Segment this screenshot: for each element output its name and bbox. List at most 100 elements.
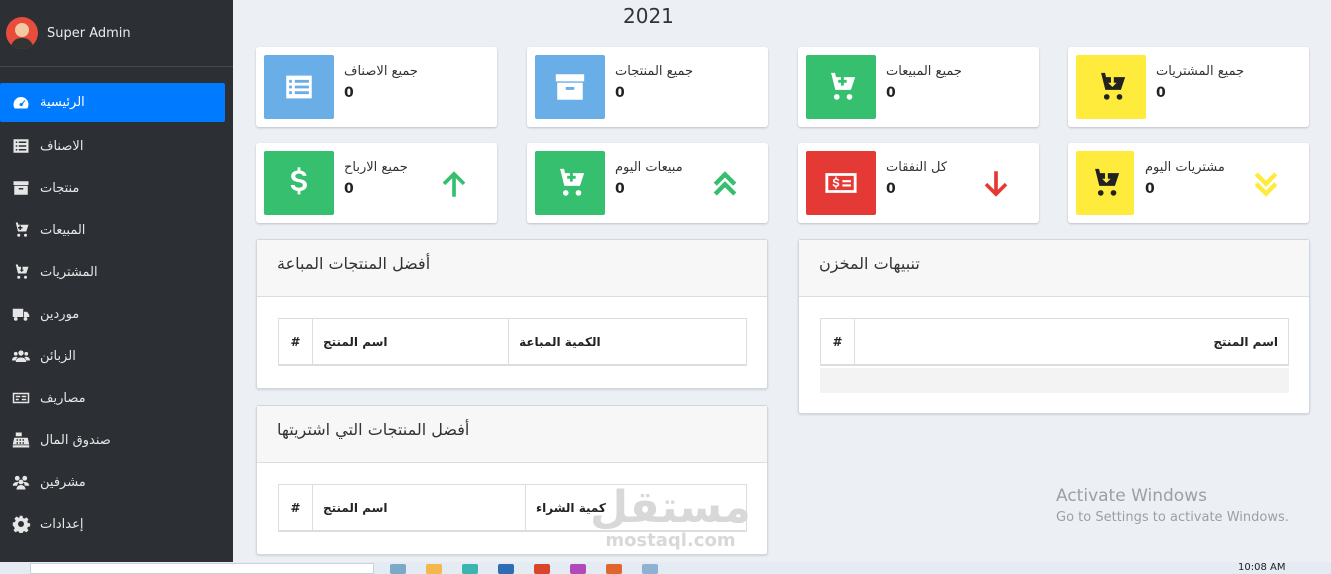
user-profile[interactable]: Super Admin bbox=[0, 0, 233, 67]
taskbar-apps bbox=[390, 564, 658, 574]
cash-register-icon bbox=[10, 430, 32, 450]
cart-plus-icon bbox=[806, 55, 876, 119]
stat-label: جميع المشتريات bbox=[1156, 64, 1245, 79]
taskbar-app-icon[interactable] bbox=[606, 564, 622, 574]
sidebar-item-label: منتجات bbox=[40, 180, 80, 196]
user-group-icon bbox=[10, 472, 32, 492]
stat-box-sales[interactable]: جميع المبيعات 0 bbox=[798, 47, 1039, 127]
stat-box-products[interactable]: جميع المنتجات 0 bbox=[527, 47, 768, 127]
sidebar-item-label: المشتريات bbox=[40, 264, 98, 280]
taskbar-search[interactable] bbox=[30, 563, 374, 574]
stat-label: جميع المنتجات bbox=[615, 64, 694, 79]
truck-icon bbox=[10, 304, 32, 324]
taskbar-app-icon[interactable] bbox=[534, 564, 550, 574]
sidebar-item-label: مصاريف bbox=[40, 390, 86, 406]
column-header: # bbox=[279, 485, 313, 530]
money-bill-icon bbox=[806, 151, 876, 215]
taskbar-app-icon[interactable] bbox=[570, 564, 586, 574]
cart-download-icon bbox=[10, 262, 32, 282]
stat-value: 0 bbox=[886, 181, 896, 197]
stat-label: جميع الاصناف bbox=[344, 64, 418, 79]
sidebar-item-products[interactable]: منتجات bbox=[0, 167, 233, 209]
panel-title: أفضل المنتجات المباعة bbox=[257, 240, 767, 297]
watermark-arabic: مستقل bbox=[590, 482, 751, 533]
list-icon bbox=[10, 136, 32, 156]
taskbar-app-icon[interactable] bbox=[390, 564, 406, 574]
taskbar-app-icon[interactable] bbox=[498, 564, 514, 574]
sidebar-item-label: الاصناف bbox=[40, 138, 84, 154]
taskbar-app-icon[interactable] bbox=[642, 564, 658, 574]
taskbar-app-icon[interactable] bbox=[462, 564, 478, 574]
stat-label: جميع الارباح bbox=[344, 160, 408, 175]
column-header: الكمية المباعة bbox=[519, 334, 601, 349]
sidebar-item-suppliers[interactable]: موردين bbox=[0, 293, 233, 335]
sidebar-item-label: المبيعات bbox=[40, 222, 86, 238]
user-name: Super Admin bbox=[47, 25, 131, 41]
stat-value: 0 bbox=[886, 85, 896, 101]
sidebar-item-home[interactable]: الرئيسية bbox=[0, 83, 225, 122]
sidebar-item-sales[interactable]: المبيعات bbox=[0, 209, 233, 251]
sidebar-item-purchases[interactable]: المشتريات bbox=[0, 251, 233, 293]
stat-label: جميع المبيعات bbox=[886, 64, 962, 79]
arrow-up-icon bbox=[442, 171, 466, 197]
stat-value: 0 bbox=[1156, 85, 1166, 101]
avatar bbox=[6, 17, 38, 49]
mostaql-watermark: مستقل mostaql.com bbox=[590, 486, 751, 552]
double-chevron-up-icon bbox=[713, 171, 737, 196]
taskbar: 10:08 AM bbox=[0, 562, 1331, 574]
watermark-latin: mostaql.com bbox=[605, 530, 736, 551]
sidebar-item-settings[interactable]: إعدادات bbox=[0, 503, 233, 545]
list-icon bbox=[264, 55, 334, 119]
stat-value: 0 bbox=[1145, 181, 1155, 197]
sidebar: Super Admin الرئيسية الاصناف منتجات المب… bbox=[0, 0, 233, 562]
sidebar-item-admins[interactable]: مشرفين bbox=[0, 461, 233, 503]
sidebar-item-categories[interactable]: الاصناف bbox=[0, 125, 233, 167]
users-icon bbox=[10, 346, 32, 366]
sidebar-item-cashbox[interactable]: صندوق المال bbox=[0, 419, 233, 461]
dashboard-icon bbox=[10, 93, 32, 113]
cart-download-icon bbox=[1076, 151, 1134, 215]
column-header: # bbox=[821, 319, 855, 364]
sidebar-item-label: صندوق المال bbox=[40, 432, 111, 448]
dollar-icon bbox=[264, 151, 334, 215]
sidebar-item-label: موردين bbox=[40, 306, 80, 322]
archive-icon bbox=[535, 55, 605, 119]
cart-download-icon bbox=[1076, 55, 1146, 119]
column-header: اسم المنتج bbox=[313, 319, 510, 364]
stat-label: كل النفقات bbox=[886, 160, 948, 175]
archive-icon bbox=[10, 178, 32, 198]
sidebar-item-expenses[interactable]: مصاريف bbox=[0, 377, 233, 419]
sidebar-menu: الرئيسية الاصناف منتجات المبيعات المشتري… bbox=[0, 83, 233, 545]
panel-title: تنبيهات المخزن bbox=[799, 240, 1309, 297]
activate-windows-subtitle: Go to Settings to activate Windows. bbox=[1056, 510, 1289, 525]
money-icon bbox=[10, 388, 32, 408]
stat-box-today-sales[interactable]: مبيعات اليوم 0 bbox=[527, 143, 768, 223]
stat-box-purchases[interactable]: جميع المشتريات 0 bbox=[1068, 47, 1309, 127]
taskbar-app-icon[interactable] bbox=[426, 564, 442, 574]
table-header: # اسم المنتج bbox=[820, 318, 1289, 366]
stat-box-today-purchases[interactable]: مشتريات اليوم 0 bbox=[1068, 143, 1309, 223]
sidebar-item-customers[interactable]: الزبائن bbox=[0, 335, 233, 377]
empty-table-row bbox=[820, 368, 1289, 393]
table-header: # اسم المنتج الكمية المباعة bbox=[278, 318, 747, 366]
column-header: اسم المنتج bbox=[1213, 334, 1278, 349]
column-header: # bbox=[279, 319, 313, 364]
stat-label: مبيعات اليوم bbox=[615, 160, 683, 175]
column-header: اسم المنتج bbox=[313, 485, 526, 530]
stat-box-categories[interactable]: جميع الاصناف 0 bbox=[256, 47, 497, 127]
taskbar-clock: 10:08 AM bbox=[1238, 562, 1286, 573]
stat-box-profits[interactable]: جميع الارباح 0 bbox=[256, 143, 497, 223]
stat-label: مشتريات اليوم bbox=[1145, 160, 1225, 175]
stat-value: 0 bbox=[615, 85, 625, 101]
stat-box-expenses[interactable]: كل النفقات 0 bbox=[798, 143, 1039, 223]
arrow-down-icon bbox=[984, 171, 1008, 197]
stock-alerts-panel: تنبيهات المخزن # اسم المنتج bbox=[798, 239, 1310, 414]
sidebar-item-label: إعدادات bbox=[40, 516, 84, 532]
sidebar-item-label: الرئيسية bbox=[40, 95, 85, 110]
stat-value: 0 bbox=[344, 181, 354, 197]
double-chevron-down-icon bbox=[1254, 172, 1278, 197]
sidebar-item-label: الزبائن bbox=[40, 348, 76, 364]
sidebar-item-label: مشرفين bbox=[40, 474, 86, 490]
gear-icon bbox=[10, 514, 32, 534]
activate-windows-title: Activate Windows bbox=[1056, 486, 1207, 506]
